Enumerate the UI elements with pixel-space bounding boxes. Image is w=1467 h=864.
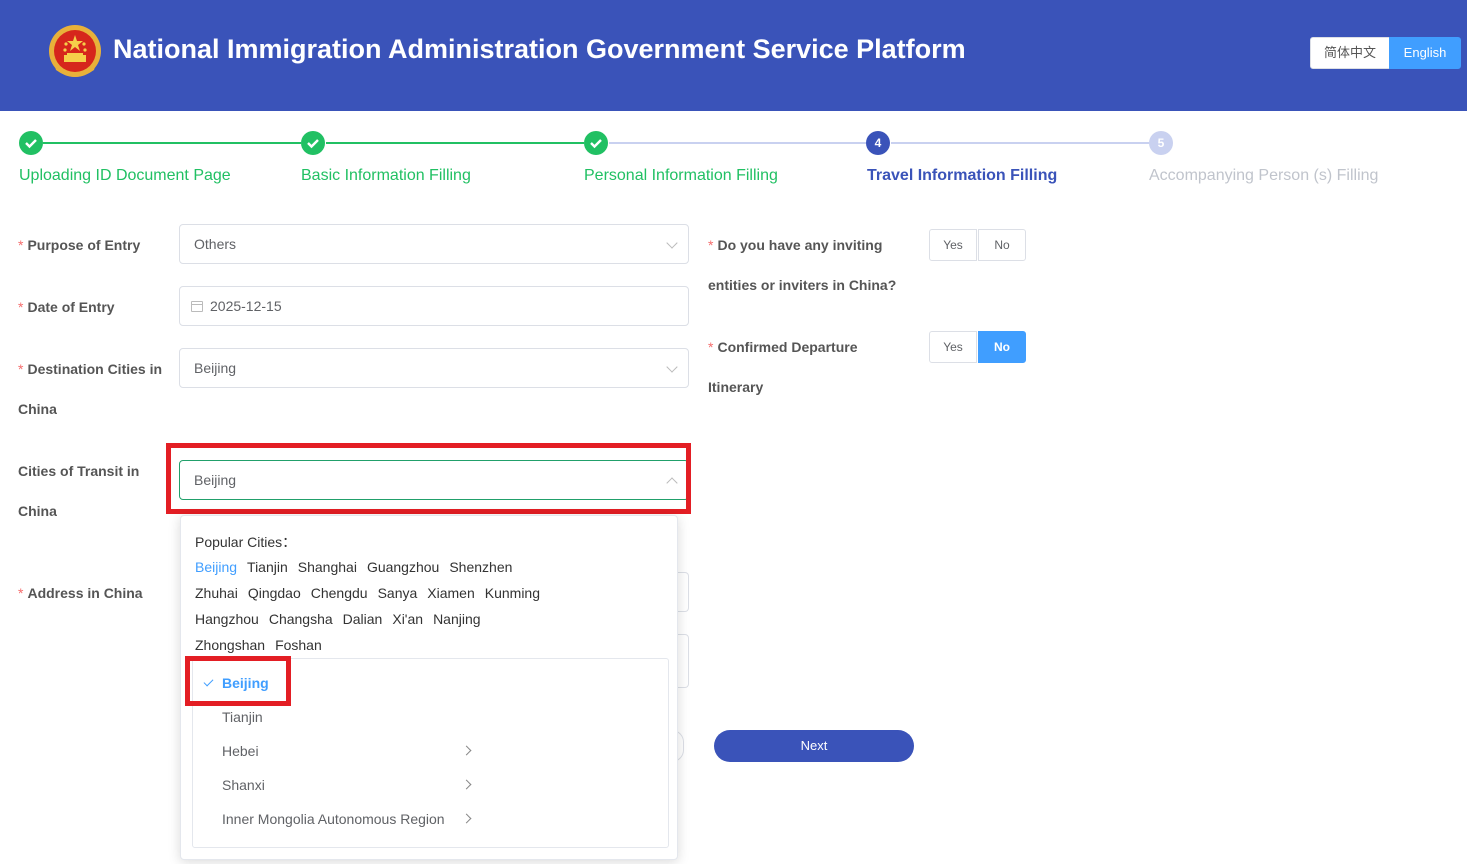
popular-city[interactable]: Zhuhai — [195, 585, 238, 601]
popular-cities-row: Zhongshan Foshan — [195, 637, 332, 653]
departure-label-line2: Itinerary — [708, 379, 764, 395]
popular-city[interactable]: Guangzhou — [367, 559, 439, 575]
popular-cities-title: Popular Cities： — [195, 534, 297, 550]
highlight-box-transit — [166, 443, 691, 514]
step-1-label: Uploading ID Document Page — [19, 167, 231, 184]
popular-city[interactable]: Qingdao — [248, 585, 301, 601]
step-3-label: Personal Information Filling — [584, 167, 778, 184]
step-4-number: 4 — [866, 131, 890, 155]
transit-label-line2: China — [18, 503, 57, 519]
chevron-right-icon — [461, 779, 472, 790]
language-english-button[interactable]: English — [1389, 37, 1461, 69]
popular-city[interactable]: Shanghai — [298, 559, 357, 575]
address-province-select[interactable] — [678, 572, 689, 612]
calendar-icon — [191, 301, 203, 312]
cascader-item-label: Tianjin — [222, 709, 263, 725]
address-detail-input[interactable] — [678, 634, 689, 688]
destination-label: * Destination Cities in — [18, 361, 163, 377]
popular-city[interactable]: Changsha — [269, 611, 333, 627]
inviting-label-line2: entities or inviters in China? — [708, 277, 897, 293]
departure-yes-button[interactable]: Yes — [929, 331, 977, 363]
cascader-item-label: Hebei — [222, 743, 259, 759]
date-value: 2025-12-15 — [210, 298, 282, 314]
popular-city[interactable]: Xiamen — [427, 585, 474, 601]
chevron-down-icon — [666, 237, 678, 249]
step-3-check-icon — [584, 131, 608, 155]
destination-select[interactable]: Beijing — [179, 348, 689, 388]
transit-label: Cities of Transit in — [18, 463, 140, 479]
popular-city[interactable]: Dalian — [343, 611, 383, 627]
purpose-label: * Purpose of Entry — [18, 237, 141, 253]
popular-city[interactable]: Xi'an — [392, 611, 423, 627]
cascader-item-inner-mongolia[interactable]: Inner Mongolia Autonomous Region — [222, 811, 445, 827]
destination-value: Beijing — [194, 360, 237, 376]
header-bar: National Immigration Administration Gove… — [0, 0, 1467, 111]
chevron-right-icon — [461, 745, 472, 756]
step-connector — [43, 142, 301, 144]
destination-label-line2: China — [18, 401, 57, 417]
popular-city[interactable]: Tianjin — [247, 559, 288, 575]
next-button[interactable]: Next — [714, 730, 914, 762]
step-connector — [326, 142, 584, 144]
inviting-no-button[interactable]: No — [978, 229, 1026, 261]
popular-city[interactable]: Kunming — [485, 585, 540, 601]
popular-city[interactable]: Shenzhen — [449, 559, 512, 575]
popular-cities-row: Zhuhai Qingdao Chengdu Sanya Xiamen Kunming — [195, 585, 550, 601]
national-emblem-icon — [49, 25, 101, 77]
date-label: * Date of Entry — [18, 299, 115, 315]
popular-city[interactable]: Foshan — [275, 637, 322, 653]
popular-cities-row: Beijing Tianjin Shanghai Guangzhou Shenzhen — [195, 559, 522, 575]
popular-city[interactable]: Beijing — [195, 559, 237, 575]
step-4-label: Travel Information Filling — [867, 167, 1058, 184]
chevron-right-icon — [461, 813, 472, 824]
step-connector — [891, 142, 1149, 144]
popular-city[interactable]: Chengdu — [311, 585, 368, 601]
inviting-yes-button[interactable]: Yes — [929, 229, 977, 261]
address-label: * Address in China — [18, 585, 143, 601]
popular-city[interactable]: Zhongshan — [195, 637, 265, 653]
popular-cities-row: Hangzhou Changsha Dalian Xi'an Nanjing — [195, 611, 491, 627]
language-chinese-button[interactable]: 简体中文 — [1310, 37, 1390, 69]
site-title: National Immigration Administration Gove… — [113, 34, 966, 64]
chevron-down-icon — [666, 361, 678, 373]
step-1-check-icon — [19, 131, 43, 155]
inviting-label: * Do you have any inviting — [708, 237, 883, 253]
date-input[interactable]: 2025-12-15 — [179, 286, 689, 326]
purpose-select[interactable]: Others — [179, 224, 689, 264]
highlight-box-beijing — [185, 656, 291, 706]
cascader-item-label: Shanxi — [222, 777, 265, 793]
step-5-label: Accompanying Person (s) Filling — [1149, 167, 1379, 184]
cascader-item-tianjin[interactable]: Tianjin — [222, 709, 263, 725]
step-2-check-icon — [301, 131, 325, 155]
cascader-item-label: Inner Mongolia Autonomous Region — [222, 811, 445, 827]
step-connector — [609, 142, 866, 144]
popular-city[interactable]: Nanjing — [433, 611, 480, 627]
departure-label: * Confirmed Departure — [708, 339, 858, 355]
cascader-item-hebei[interactable]: Hebei — [222, 743, 259, 759]
step-5-number: 5 — [1149, 131, 1173, 155]
popular-city[interactable]: Sanya — [378, 585, 418, 601]
popular-city[interactable]: Hangzhou — [195, 611, 259, 627]
purpose-value: Others — [194, 236, 237, 252]
departure-no-button[interactable]: No — [978, 331, 1026, 363]
cascader-item-shanxi[interactable]: Shanxi — [222, 777, 265, 793]
step-2-label: Basic Information Filling — [301, 167, 471, 184]
